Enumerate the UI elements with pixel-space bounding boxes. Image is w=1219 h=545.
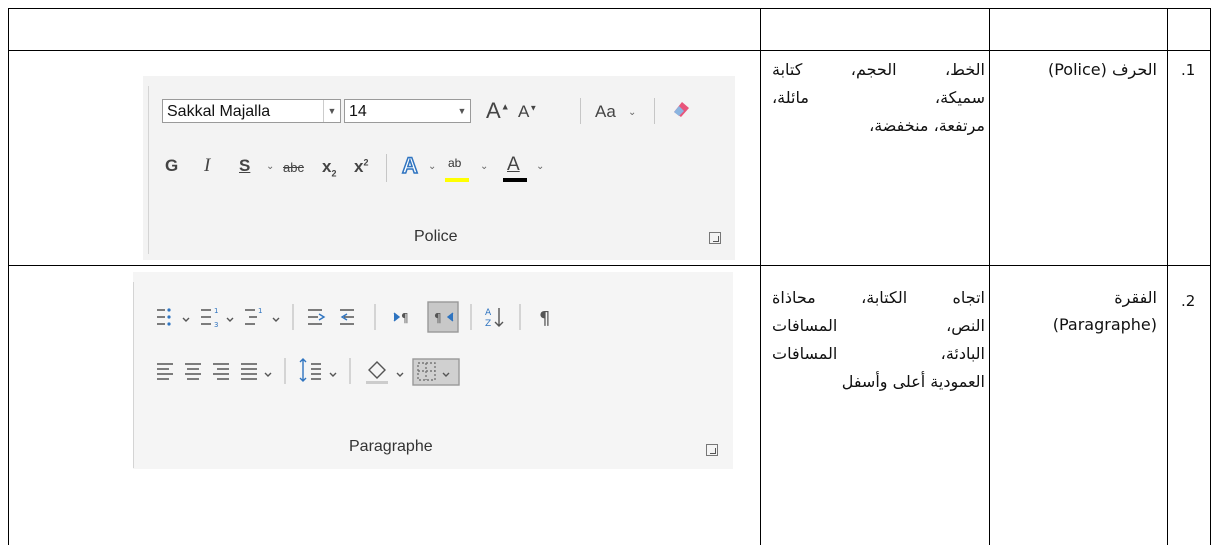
font-color-bar [503,178,527,182]
bold-icon[interactable]: G [165,156,178,176]
italic-icon[interactable]: I [204,155,210,177]
svg-text:3: 3 [214,321,218,329]
ribbon-group-police: Sakkal Majalla ▼ 14 ▼ A▲ A▼ Aa ⌄ G I S ⌄… [143,76,735,260]
paragraph-toolbar-icons: 13 1 ¶ ¶ AZ ¶ [157,301,550,386]
grow-font-icon[interactable]: A▲ [486,98,510,124]
chevron-down-icon[interactable]: ⌄ [266,161,274,172]
row-description: الخط، الحجم، كتابة سميكة، مائلة، مرتفعة،… [772,60,985,135]
svg-text:¶: ¶ [434,311,442,325]
change-case-icon[interactable]: Aa [595,102,616,122]
clear-formatting-icon[interactable] [670,98,692,120]
svg-text:¶: ¶ [401,311,409,325]
table-rule [8,265,1211,266]
row-description: اتجاه الكتابة، محاذاة النص، المسافات الب… [772,288,985,391]
group-label: Police [414,228,458,245]
svg-text:1: 1 [258,307,262,315]
table-rule [8,50,1211,51]
row-name: الحرف (Police) [1047,60,1157,79]
pilcrow-icon: ¶ [539,308,550,329]
row-number: .2 [1181,292,1196,310]
increase-indent-icon [308,309,326,325]
ltr-icon: ¶ [393,311,409,325]
svg-text:Z: Z [485,319,491,329]
chevron-down-icon[interactable]: ⌄ [428,161,436,172]
font-size-combo[interactable]: 14 ▼ [344,99,471,123]
dialog-launcher-icon[interactable] [706,444,718,456]
shrink-font-icon[interactable]: A▼ [518,102,537,122]
bullets-icon [157,308,171,326]
row-name: الفقرة (Paragraphe) [1052,288,1157,334]
group-label: Paragraphe [349,438,433,455]
align-center-icon [185,363,201,380]
dialog-launcher-icon[interactable] [709,232,721,244]
table-border-right [1210,8,1211,545]
svg-text:1: 1 [214,307,218,315]
table-border-left [8,8,9,545]
chevron-down-icon [182,317,190,322]
font-name-combo[interactable]: Sakkal Majalla ▼ [162,99,341,123]
table-border-top [8,8,1211,9]
chevron-down-icon[interactable]: ▼ [323,100,340,122]
line-spacing-icon [299,358,321,382]
multilevel-list-icon: 1 [245,307,262,325]
align-right-icon [213,363,229,380]
table-col-divider [1167,8,1168,545]
subscript-icon[interactable]: x2 [322,157,336,178]
strikethrough-icon[interactable]: abc [283,160,304,175]
ribbon-group-paragraphe: 13 1 ¶ ¶ AZ ¶ Paragraphe [133,272,733,469]
chevron-down-icon[interactable]: ▼ [454,100,470,122]
decrease-indent-icon [340,309,354,325]
highlight-color-bar [445,178,469,182]
sort-icon: AZ [485,308,504,329]
rtl-active-bg [427,301,459,333]
font-color-icon[interactable]: A [507,154,520,176]
superscript-icon[interactable]: x2 [354,157,368,177]
row-number: .1 [1181,61,1196,79]
svg-text:A: A [485,308,492,318]
chevron-down-icon[interactable]: ⌄ [480,161,488,172]
justify-icon [241,363,257,380]
table-col-divider [760,8,761,545]
numbering-icon: 13 [201,307,218,329]
shading-icon [366,361,388,384]
underline-icon[interactable]: S [239,156,250,176]
table-col-divider [989,8,990,545]
text-effects-icon[interactable]: A [401,152,418,179]
chevron-down-icon[interactable]: ⌄ [628,107,636,118]
align-left-icon [157,363,173,380]
highlight-icon[interactable]: ab [448,156,461,170]
chevron-down-icon[interactable]: ⌄ [536,161,544,172]
